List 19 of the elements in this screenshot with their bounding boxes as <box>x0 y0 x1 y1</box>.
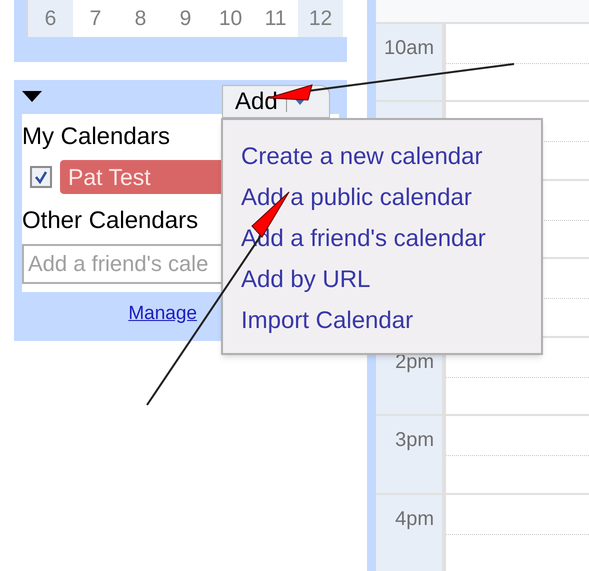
menu-item[interactable]: Import Calendar <box>241 304 414 338</box>
day-cell[interactable]: 12 <box>298 0 343 37</box>
menu-item[interactable]: Add by URL <box>241 263 370 297</box>
day-cell[interactable]: 6 <box>28 0 73 37</box>
checkmark-icon <box>34 170 48 184</box>
hour-label: 4pm <box>395 506 434 532</box>
hour-label: 2pm <box>395 350 434 375</box>
manage-link[interactable]: Manage <box>128 300 197 328</box>
section-heading: Other Calendars <box>22 206 198 236</box>
day-cell[interactable]: 10 <box>208 0 253 37</box>
day-cell[interactable]: 11 <box>253 0 298 37</box>
section-heading: My Calendars <box>22 122 170 152</box>
checkbox[interactable] <box>30 166 52 188</box>
day-cell[interactable]: 8 <box>118 0 163 37</box>
hour-label: 10am <box>384 36 434 61</box>
day-cell[interactable]: 9 <box>163 0 208 37</box>
day-cell[interactable]: 7 <box>73 0 118 37</box>
collapse-triangle-icon[interactable] <box>22 91 42 103</box>
hour-label: 3pm <box>395 428 434 454</box>
